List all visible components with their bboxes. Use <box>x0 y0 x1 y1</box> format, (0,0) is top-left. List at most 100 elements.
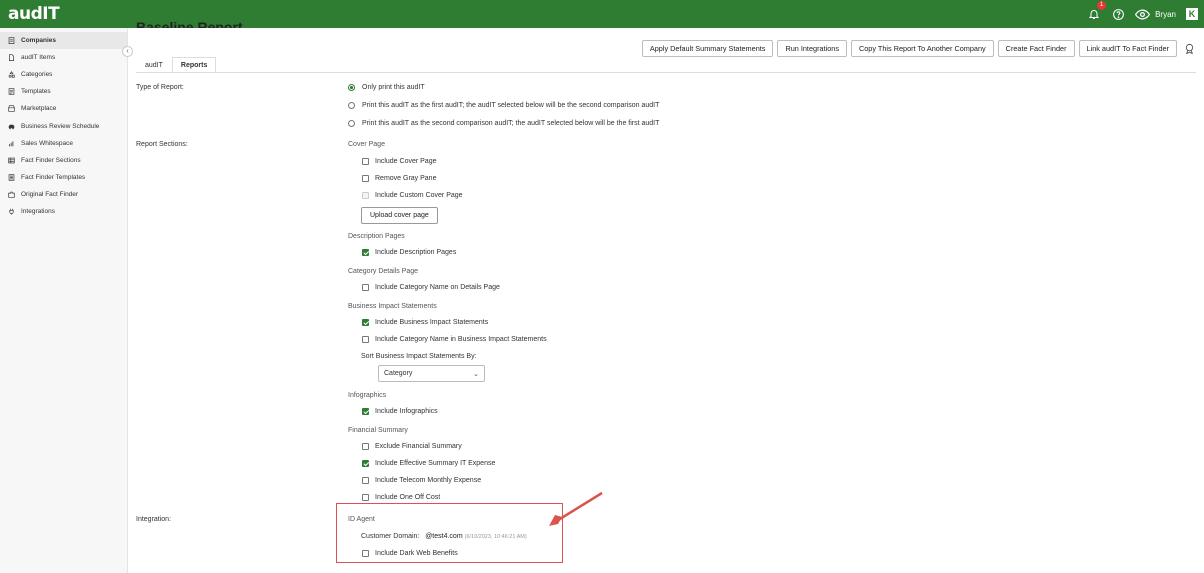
cover-page-heading: Cover Page <box>348 141 385 148</box>
type-of-report-label: Type of Report: <box>136 84 184 91</box>
checkbox-label: Include Effective Summary IT Expense <box>375 460 496 467</box>
radio-first-audit[interactable] <box>348 102 355 109</box>
radio-only-print[interactable] <box>348 84 355 91</box>
checkbox-label: Include Custom Cover Page <box>375 192 463 199</box>
bar-chart-icon <box>8 140 15 147</box>
radio-second-audit[interactable] <box>348 120 355 127</box>
id-agent-heading: ID Agent <box>348 516 375 523</box>
checkbox-label: Include Cover Page <box>375 158 437 165</box>
checkbox-label: Include Infographics <box>375 408 438 415</box>
chevron-left-icon[interactable]: ‹ <box>122 46 133 57</box>
sidebar-item-label: Marketplace <box>21 105 57 113</box>
business-impact-heading: Business Impact Statements <box>348 303 437 310</box>
sidebar-item-templates[interactable]: Templates <box>0 83 127 100</box>
sidebar-item-label: Companies <box>21 37 57 45</box>
checkbox-label: Include Business Impact Statements <box>375 319 489 326</box>
include-infographics-checkbox[interactable] <box>362 408 369 415</box>
include-category-name-checkbox[interactable] <box>362 284 369 291</box>
template-icon <box>8 88 15 95</box>
sidebar-item-label: Fact Finder Templates <box>21 173 86 181</box>
include-custom-cover-page-checkbox[interactable] <box>362 192 369 199</box>
remove-gray-pane-checkbox[interactable] <box>362 175 369 182</box>
page-title: Baseline Report <box>136 19 243 28</box>
sidebar-item-integrations[interactable]: Integrations <box>0 203 127 220</box>
integration-label: Integration: <box>136 516 172 523</box>
tab-audit[interactable]: audIT <box>136 57 172 73</box>
tab-divider <box>136 72 1196 73</box>
app-logo[interactable]: audIT <box>8 4 60 24</box>
checkbox-label: Remove Gray Pane <box>375 175 437 182</box>
checkbox-label: Include Category Name on Details Page <box>375 284 500 291</box>
sidebar-item-fact-finder-templates[interactable]: Fact Finder Templates <box>0 169 127 186</box>
clipboard-icon <box>8 37 15 45</box>
top-bar-actions: 1 Bryan K <box>1087 0 1198 28</box>
eye-icon <box>1135 8 1151 20</box>
sidebar-item-label: Integrations <box>21 207 55 215</box>
checkbox-label: Include Dark Web Benefits <box>375 550 458 557</box>
copy-report-button[interactable]: Copy This Report To Another Company <box>850 40 994 57</box>
infographics-heading: Infographics <box>348 392 387 399</box>
categories-icon <box>8 71 15 78</box>
run-integrations-button[interactable]: Run Integrations <box>777 40 847 57</box>
sidebar-item-label: Templates <box>21 88 51 96</box>
sidebar-item-categories[interactable]: Categories <box>0 66 127 83</box>
store-icon <box>8 105 15 113</box>
sidebar-item-business-review-schedule[interactable]: Business Review Schedule <box>0 117 127 134</box>
include-effective-summary-checkbox[interactable] <box>362 460 369 467</box>
sidebar-item-label: Original Fact Finder <box>21 190 79 198</box>
document-icon <box>8 54 15 62</box>
sidebar: Companies audIT Items Categories Templat… <box>0 28 128 573</box>
include-dark-web-checkbox[interactable] <box>362 550 369 557</box>
customer-domain-value: @test4.com <box>425 533 463 540</box>
include-category-name-bis-checkbox[interactable] <box>362 336 369 343</box>
help-icon[interactable] <box>1111 7 1125 21</box>
checkbox-label: Include Category Name in Business Impact… <box>375 336 547 343</box>
sidebar-item-companies[interactable]: Companies <box>0 32 127 50</box>
link-audit-button[interactable]: Link audIT To Fact Finder <box>1078 40 1177 57</box>
upload-cover-page-button[interactable]: Upload cover page <box>361 207 438 224</box>
sort-select[interactable]: Category ⌄ <box>378 365 485 382</box>
radio-label: Print this audIT as the second compariso… <box>362 120 660 127</box>
sidebar-item-label: Business Review Schedule <box>21 122 100 130</box>
form-icon <box>8 174 15 181</box>
action-bar: Apply Default Summary Statements Run Int… <box>641 40 1196 57</box>
radio-label: Only print this audIT <box>362 84 425 91</box>
badge-icon[interactable] <box>1183 42 1196 55</box>
brand-mark[interactable]: K <box>1186 8 1198 20</box>
customer-domain-timestamp: (6/10/2023, 10:46:21 AM) <box>464 534 527 540</box>
user-menu[interactable]: Bryan <box>1135 8 1176 20</box>
bell-icon[interactable]: 1 <box>1087 1 1107 21</box>
sidebar-item-sales-whitespace[interactable]: Sales Whitespace <box>0 135 127 152</box>
checkbox-label: Exclude Financial Summary <box>375 443 462 450</box>
tab-bar: audIT Reports <box>136 57 217 73</box>
sidebar-item-label: Categories <box>21 71 53 79</box>
apply-default-summary-button[interactable]: Apply Default Summary Statements <box>641 40 774 57</box>
sort-label: Sort Business Impact Statements By: <box>361 353 477 360</box>
include-cover-page-checkbox[interactable] <box>362 158 369 165</box>
sidebar-item-fact-finder-sections[interactable]: Fact Finder Sections <box>0 152 127 169</box>
sidebar-item-label: audIT Items <box>21 54 56 62</box>
checkbox-label: Include One Off Cost <box>375 494 441 501</box>
notification-badge: 1 <box>1097 1 1107 10</box>
include-one-off-checkbox[interactable] <box>362 494 369 501</box>
checkbox-label: Include Telecom Monthly Expense <box>375 477 482 484</box>
sidebar-item-label: Fact Finder Sections <box>21 156 81 164</box>
include-description-pages-checkbox[interactable] <box>362 249 369 256</box>
table-icon <box>8 157 15 164</box>
sidebar-item-audit-items[interactable]: audIT Items <box>0 49 127 66</box>
sort-select-value: Category <box>384 370 413 377</box>
sidebar-item-original-fact-finder[interactable]: Original Fact Finder <box>0 186 127 203</box>
tab-reports[interactable]: Reports <box>171 57 217 73</box>
plug-icon <box>8 208 15 215</box>
report-sections-label: Report Sections: <box>136 141 188 148</box>
radio-label: Print this audIT as the first audIT; the… <box>362 102 660 109</box>
include-telecom-checkbox[interactable] <box>362 477 369 484</box>
exclude-financial-summary-checkbox[interactable] <box>362 443 369 450</box>
sidebar-item-marketplace[interactable]: Marketplace <box>0 100 127 117</box>
puzzle-icon <box>8 191 15 198</box>
description-pages-heading: Description Pages <box>348 233 405 240</box>
create-fact-finder-button[interactable]: Create Fact Finder <box>997 40 1075 57</box>
include-bis-checkbox[interactable] <box>362 319 369 326</box>
sidebar-item-label: Sales Whitespace <box>21 139 74 147</box>
financial-summary-heading: Financial Summary <box>348 427 408 434</box>
